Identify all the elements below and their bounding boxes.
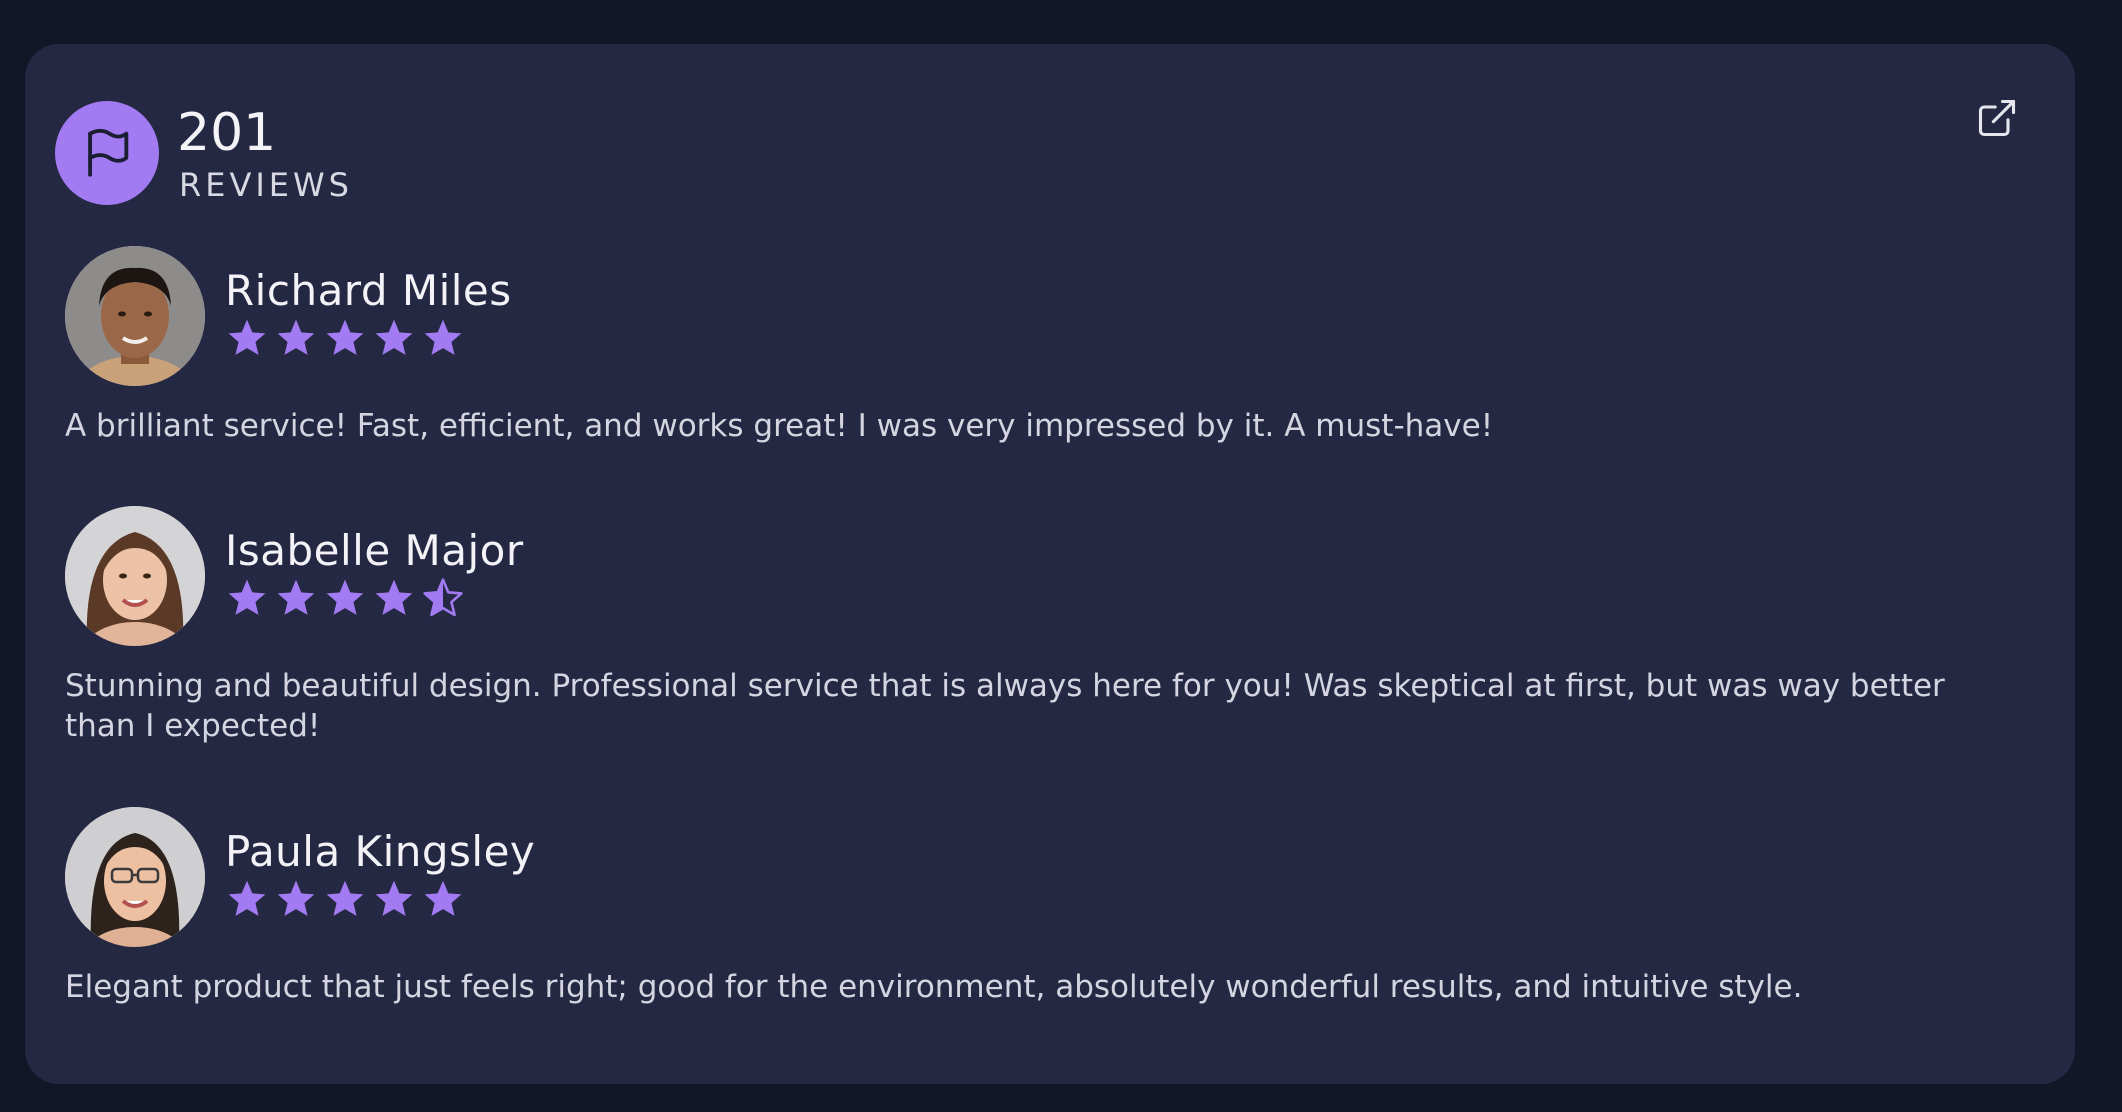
- star-icon: [277, 319, 315, 355]
- review-count-label: REVIEWS: [179, 166, 353, 204]
- star-rating: [225, 877, 465, 921]
- star-icon: [424, 880, 462, 916]
- reviewer-name: Richard Miles: [225, 266, 512, 315]
- avatar: [65, 807, 205, 947]
- reviews-card: 201 REVIEWS Richard Miles A brilliant se…: [25, 44, 2075, 1084]
- star-icon: [228, 319, 266, 355]
- avatar: [65, 246, 205, 386]
- star-icon: [375, 880, 413, 916]
- star-half-icon: [423, 578, 463, 617]
- star-icon: [277, 579, 315, 615]
- star-icon: [424, 319, 462, 355]
- star-icon: [326, 319, 364, 355]
- reviewer-name: Paula Kingsley: [225, 827, 536, 876]
- star-icon: [228, 579, 266, 615]
- flag-icon: [55, 101, 159, 205]
- star-icon: [228, 880, 266, 916]
- reviewer-name: Isabelle Major: [225, 526, 524, 575]
- review-text: Stunning and beautiful design. Professio…: [65, 668, 1945, 744]
- external-link-icon[interactable]: [1975, 96, 2019, 140]
- review-text: A brilliant service! Fast, efficient, an…: [65, 408, 1494, 444]
- star-rating: [225, 316, 465, 360]
- star-icon: [326, 880, 364, 916]
- star-icon: [277, 880, 315, 916]
- review-count: 201: [177, 103, 277, 163]
- star-rating: [225, 576, 465, 620]
- star-icon: [326, 579, 364, 615]
- star-icon: [375, 319, 413, 355]
- review-text: Elegant product that just feels right; g…: [65, 969, 1803, 1005]
- avatar: [65, 506, 205, 646]
- star-icon: [375, 579, 413, 615]
